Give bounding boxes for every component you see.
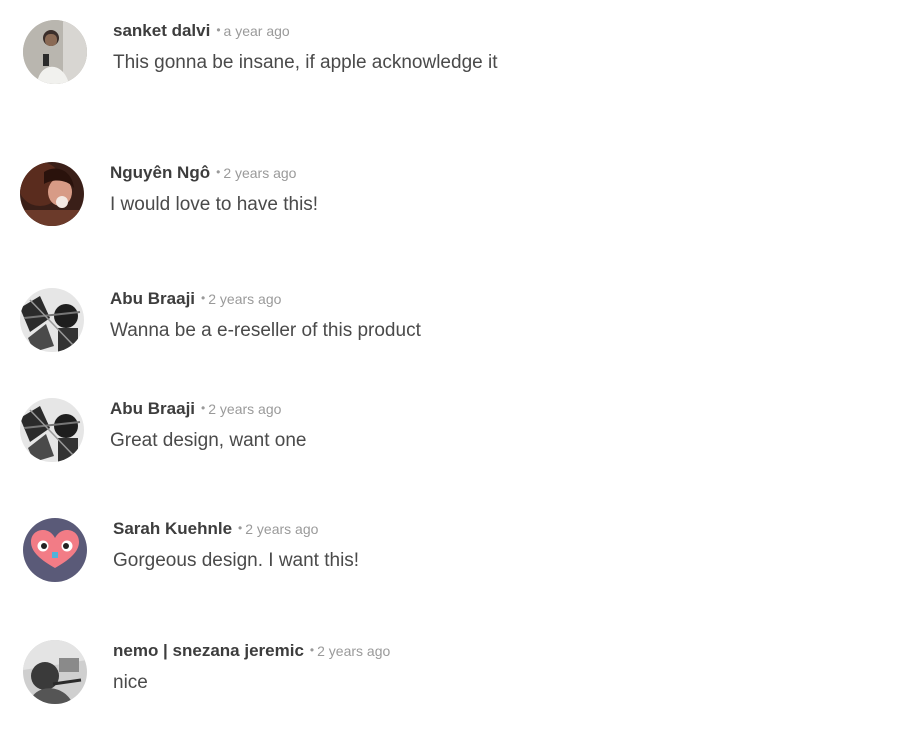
heart-face-avatar-icon [23, 518, 87, 582]
comment-item: nemo | snezana jeremic • 2 years ago nice [0, 640, 880, 710]
comment-author[interactable]: Abu Braaji [110, 399, 195, 418]
user-photo-icon [20, 398, 84, 462]
comment-timestamp[interactable]: 2 years ago [245, 521, 318, 537]
avatar[interactable] [20, 162, 84, 226]
comment-text: Great design, want one [110, 430, 307, 451]
comment-text: Gorgeous design. I want this! [113, 550, 360, 571]
meta-separator: • [201, 291, 206, 305]
meta-separator: • [216, 23, 221, 37]
comment-text: I would love to have this! [110, 194, 319, 215]
avatar[interactable] [20, 398, 84, 462]
comment-item: Abu Braaji • 2 years ago Great design, wan… [0, 398, 880, 468]
comment-author[interactable]: Abu Braaji [110, 289, 195, 308]
meta-separator: • [216, 165, 221, 179]
meta-separator: • [309, 643, 315, 657]
comment-author[interactable]: Sarah Kuehnle [113, 519, 232, 538]
comment-timestamp[interactable]: 2 years ago [223, 165, 296, 181]
meta-separator: • [201, 401, 206, 415]
avatar[interactable] [20, 288, 84, 352]
comment-timestamp[interactable]: 2 years ago [208, 401, 281, 417]
user-photo-icon [20, 162, 84, 226]
comment-text: nice [113, 672, 148, 693]
user-photo-icon [23, 20, 87, 84]
avatar[interactable] [23, 640, 87, 704]
comment-author[interactable]: nemo | snezana jeremic [113, 641, 304, 660]
comment-text: This gonna be insane, if apple acknowled… [113, 52, 498, 73]
comment-item: Abu Braaji • 2 years ago Wanna be a e-rese… [0, 288, 880, 358]
avatar[interactable] [23, 518, 87, 582]
comment-text: Wanna be a e-reseller of this product [110, 320, 421, 341]
comment-author[interactable]: Nguyên Ngô [110, 163, 210, 182]
comment-timestamp[interactable]: 2 years ago [208, 291, 281, 307]
comment-author[interactable]: sanket dalvi [113, 21, 210, 40]
comment-item: sanket dalvi • a year ago This gonna be in… [0, 20, 880, 90]
comment-item: Sarah Kuehnle • 2 years ago Gorgeous desig… [0, 518, 880, 588]
avatar[interactable] [23, 20, 87, 84]
comment-timestamp[interactable]: a year ago [224, 23, 290, 39]
comment-timestamp[interactable]: 2 years ago [317, 643, 390, 659]
user-photo-icon [20, 288, 84, 352]
meta-separator: • [238, 521, 243, 535]
comment-item: Nguyên Ngô • 2 years ago I would love to h… [0, 162, 880, 232]
user-photo-icon [23, 640, 87, 704]
